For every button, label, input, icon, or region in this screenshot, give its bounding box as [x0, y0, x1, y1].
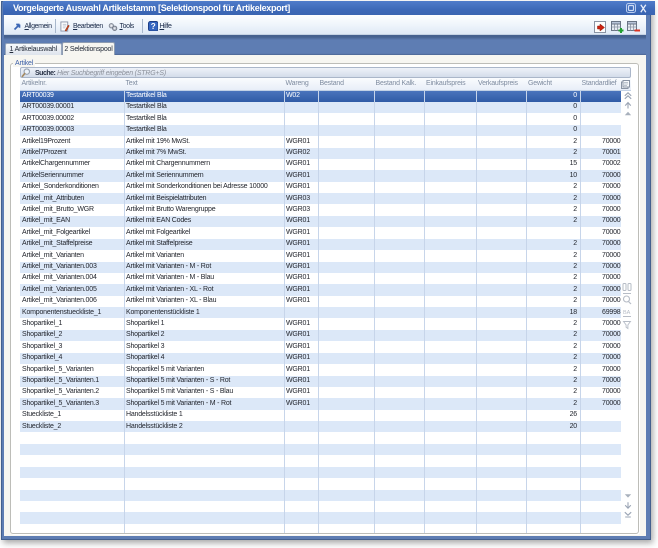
svg-text:BA: BA — [623, 310, 631, 316]
